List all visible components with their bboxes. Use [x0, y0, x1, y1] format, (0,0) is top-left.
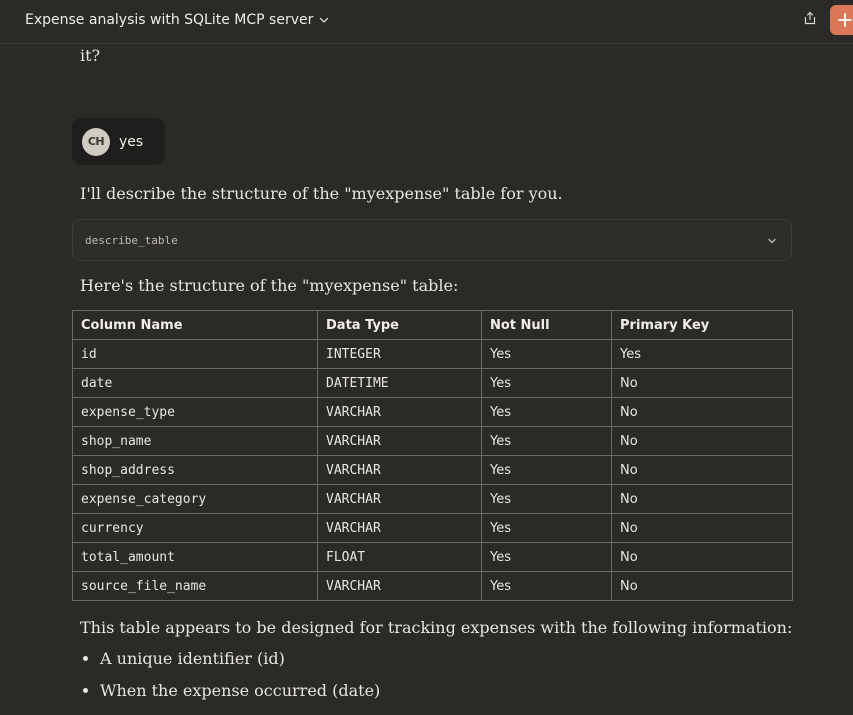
table-cell: VARCHAR: [317, 455, 482, 485]
table-cell: No: [611, 426, 793, 456]
column-header: Column Name: [72, 310, 318, 340]
conversation-title: Expense analysis with SQLite MCP server: [25, 12, 314, 28]
tool-call-label: describe_table: [85, 234, 178, 247]
share-button[interactable]: [800, 8, 820, 28]
table-cell: date: [72, 368, 318, 398]
table-cell: Yes: [481, 542, 612, 572]
table-cell: No: [611, 542, 793, 572]
user-message-text: yes: [119, 133, 144, 150]
column-header: Primary Key: [611, 310, 793, 340]
table-cell: id: [72, 339, 318, 369]
column-header: Data Type: [317, 310, 482, 340]
table-row: expense_category VARCHAR Yes No: [72, 484, 793, 514]
table-row: date DATETIME Yes No: [72, 368, 793, 398]
table-cell: VARCHAR: [317, 513, 482, 543]
table-row: source_file_name VARCHAR Yes No: [72, 571, 793, 601]
table-cell: currency: [72, 513, 318, 543]
table-cell: shop_address: [72, 455, 318, 485]
table-cell: No: [611, 455, 793, 485]
table-cell: VARCHAR: [317, 397, 482, 427]
table-row: expense_type VARCHAR Yes No: [72, 397, 793, 427]
plus-icon: [838, 13, 852, 27]
table-row: shop_address VARCHAR Yes No: [72, 455, 793, 485]
previous-message-tail: it?: [80, 46, 101, 65]
table-cell: Yes: [481, 397, 612, 427]
table-cell: Yes: [611, 339, 793, 369]
table-header-row: Column Name Data Type Not Null Primary K…: [72, 310, 793, 340]
table-cell: Yes: [481, 484, 612, 514]
table-cell: expense_category: [72, 484, 318, 514]
table-cell: No: [611, 571, 793, 601]
new-chat-button[interactable]: [830, 5, 853, 35]
table-cell: Yes: [481, 368, 612, 398]
table-cell: No: [611, 484, 793, 514]
table-cell: source_file_name: [72, 571, 318, 601]
list-item: A unique identifier (id): [100, 650, 380, 682]
user-message: CH yes: [72, 118, 165, 165]
table-cell: Yes: [481, 455, 612, 485]
tool-call-describe-table[interactable]: describe_table: [72, 219, 792, 261]
table-cell: No: [611, 513, 793, 543]
chevron-down-icon: [768, 238, 776, 244]
table-cell: No: [611, 397, 793, 427]
table-cell: shop_name: [72, 426, 318, 456]
table-row: id INTEGER Yes Yes: [72, 339, 793, 369]
list-item: When the expense occurred (date): [100, 682, 380, 714]
table-cell: total_amount: [72, 542, 318, 572]
table-summary: This table appears to be designed for tr…: [80, 618, 793, 637]
schema-table: Column Name Data Type Not Null Primary K…: [72, 310, 793, 601]
column-header: Not Null: [481, 310, 612, 340]
table-cell: VARCHAR: [317, 426, 482, 456]
table-cell: DATETIME: [317, 368, 482, 398]
table-cell: VARCHAR: [317, 571, 482, 601]
table-cell: Yes: [481, 339, 612, 369]
info-bullet-list: A unique identifier (id) When the expens…: [80, 650, 380, 714]
structure-heading: Here's the structure of the "myexpense" …: [80, 276, 459, 295]
share-icon: [804, 11, 816, 25]
table-cell: INTEGER: [317, 339, 482, 369]
table-cell: Yes: [481, 513, 612, 543]
assistant-intro: I'll describe the structure of the "myex…: [80, 184, 563, 203]
table-cell: expense_type: [72, 397, 318, 427]
table-cell: FLOAT: [317, 542, 482, 572]
table-row: currency VARCHAR Yes No: [72, 513, 793, 543]
table-row: total_amount FLOAT Yes No: [72, 542, 793, 572]
table-cell: VARCHAR: [317, 484, 482, 514]
table-row: shop_name VARCHAR Yes No: [72, 426, 793, 456]
avatar: CH: [82, 127, 110, 156]
top-bar: Expense analysis with SQLite MCP server: [0, 0, 853, 44]
table-cell: Yes: [481, 426, 612, 456]
table-cell: No: [611, 368, 793, 398]
conversation-title-button[interactable]: Expense analysis with SQLite MCP server: [25, 10, 329, 30]
chevron-down-icon: [320, 17, 329, 23]
table-cell: Yes: [481, 571, 612, 601]
